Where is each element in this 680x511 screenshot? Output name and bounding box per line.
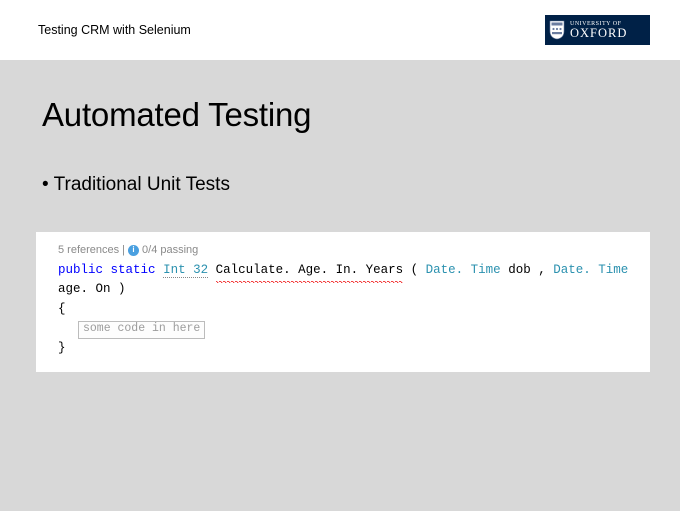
type-int32: Int 32 <box>163 263 208 278</box>
paren-close: ) <box>118 282 126 296</box>
header-title: Testing CRM with Selenium <box>38 23 191 37</box>
type-datetime-1: Date. Time <box>426 263 501 277</box>
keyword-static: static <box>111 263 156 277</box>
info-icon: i <box>128 245 139 256</box>
error-squiggle-icon <box>216 281 404 283</box>
codelens-separator: | <box>122 242 125 259</box>
method-name-wrap: Calculate. Age. In. Years <box>216 261 404 280</box>
slide-content: Automated Testing • Traditional Unit Tes… <box>0 60 680 372</box>
oxford-badge: UNIVERSITY OF OXFORD <box>545 15 650 45</box>
oxford-crest-icon <box>549 20 565 40</box>
oxford-text: UNIVERSITY OF OXFORD <box>570 21 627 40</box>
slide-title: Automated Testing <box>42 96 638 134</box>
param-dob: dob <box>508 263 531 277</box>
oxford-text-bottom: OXFORD <box>570 27 627 40</box>
code-placeholder: some code in here <box>78 321 205 339</box>
keyword-public: public <box>58 263 103 277</box>
comma: , <box>538 263 553 277</box>
code-snippet: 5 references | i 0/4 passing public stat… <box>36 232 650 372</box>
param-ageon: age. On <box>58 282 111 296</box>
brace-open: { <box>58 300 636 319</box>
paren-open: ( <box>411 263 419 277</box>
bullet-item: • Traditional Unit Tests <box>42 174 638 196</box>
code-line-signature: public static Int 32 Calculate. Age. In.… <box>58 261 636 300</box>
method-name: Calculate. Age. In. Years <box>216 263 404 277</box>
brace-close: } <box>58 339 636 358</box>
slide-header: Testing CRM with Selenium UNIVERSITY OF … <box>0 0 680 60</box>
type-datetime-2: Date. Time <box>553 263 628 277</box>
codelens-passing: 0/4 passing <box>142 242 198 259</box>
codelens-line: 5 references | i 0/4 passing <box>58 242 636 259</box>
codelens-references: 5 references <box>58 242 119 259</box>
